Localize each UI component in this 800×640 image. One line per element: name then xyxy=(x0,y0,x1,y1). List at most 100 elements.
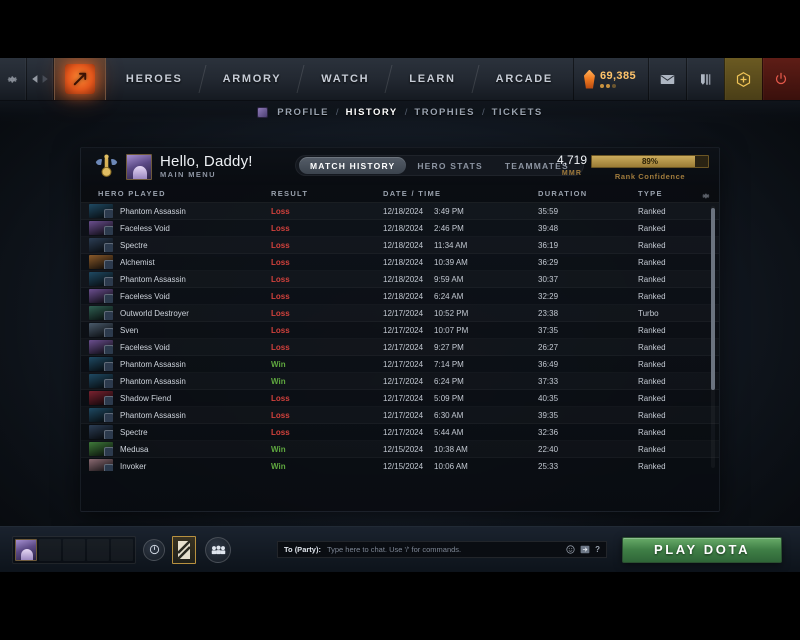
table-row[interactable]: Spectre Loss 12/18/2024 11:34 AM 36:19 Ranked xyxy=(81,237,719,254)
invite-icon[interactable] xyxy=(580,545,590,554)
chat-input-bar[interactable]: To (Party): Type here to chat. Use '/' f… xyxy=(277,541,607,558)
table-row[interactable]: Phantom Assassin Loss 12/18/2024 3:49 PM 35:… xyxy=(81,203,719,220)
table-row[interactable]: Invoker Win 12/15/2024 10:06 AM 25:33 Ranked xyxy=(81,458,719,471)
match-time: 10:38 AM xyxy=(434,444,468,454)
match-date: 12/18/2024 xyxy=(383,291,424,301)
cell-result: Loss xyxy=(271,223,290,233)
chat-input[interactable]: Type here to chat. Use '/' for commands. xyxy=(327,545,560,554)
dota-plus-button[interactable] xyxy=(723,58,762,100)
match-time: 10:52 PM xyxy=(434,308,469,318)
match-date: 12/17/2024 xyxy=(383,410,424,420)
party-slots xyxy=(12,535,136,564)
player-banner-button[interactable] xyxy=(172,535,196,564)
match-list-scrollbar[interactable] xyxy=(711,206,715,468)
dota-home-button[interactable] xyxy=(53,58,106,100)
nav-item-watch[interactable]: WATCH xyxy=(301,58,389,100)
cell-result: Win xyxy=(271,461,286,471)
table-row[interactable]: Medusa Win 12/15/2024 10:38 AM 22:40 Ranked xyxy=(81,441,719,458)
cell-result: Loss xyxy=(271,342,290,352)
table-row[interactable]: Phantom Assassin Loss 12/17/2024 6:30 AM 39:… xyxy=(81,407,719,424)
nav-item-armory[interactable]: ARMORY xyxy=(203,58,302,100)
hero-portrait-icon xyxy=(89,374,113,388)
match-date: 12/17/2024 xyxy=(383,359,424,369)
hero-portrait-icon xyxy=(89,459,113,471)
nav-back-forward-buttons[interactable] xyxy=(27,58,54,100)
hero-name: Alchemist xyxy=(120,257,155,267)
nav-item-heroes[interactable]: HEROES xyxy=(106,58,203,100)
play-dota-label: PLAY DOTA xyxy=(653,542,751,557)
nav-label: ARCADE xyxy=(495,73,553,85)
hero-name: Faceless Void xyxy=(120,223,170,233)
shard-currency[interactable]: 69,385 xyxy=(572,58,648,100)
match-date: 12/17/2024 xyxy=(383,325,424,335)
cell-date-time: 12/17/2024 10:07 PM xyxy=(383,326,538,335)
armory-button[interactable] xyxy=(685,58,724,100)
column-date-time: DATE / TIME xyxy=(383,189,442,198)
top-navigation-bar: HEROES ARMORY WATCH LEARN ARCADE 69,385 xyxy=(0,58,800,101)
party-slot-empty[interactable] xyxy=(111,538,133,561)
match-time: 6:24 PM xyxy=(434,376,464,386)
subnav-item-tickets[interactable]: TICKETS xyxy=(492,107,543,118)
nav-item-learn[interactable]: LEARN xyxy=(389,58,475,100)
cell-duration: 36:49 xyxy=(538,359,559,369)
play-dota-button[interactable]: PLAY DOTA xyxy=(622,536,782,563)
match-time: 5:09 PM xyxy=(434,393,464,403)
table-row[interactable]: Phantom Assassin Loss 12/18/2024 9:59 AM 30:… xyxy=(81,271,719,288)
cell-hero-played: Phantom Assassin xyxy=(81,357,271,371)
table-row[interactable]: Phantom Assassin Win 12/17/2024 7:14 PM 36:4… xyxy=(81,356,719,373)
cell-type: Ranked xyxy=(638,223,666,233)
match-time: 7:14 PM xyxy=(434,359,464,369)
nav-items: HEROES ARMORY WATCH LEARN ARCADE xyxy=(106,58,573,100)
subnav-item-profile[interactable]: PROFILE xyxy=(277,107,329,118)
cell-type: Ranked xyxy=(638,410,666,420)
match-list[interactable]: Phantom Assassin Loss 12/18/2024 3:49 PM 35:… xyxy=(81,203,719,471)
exit-button[interactable] xyxy=(761,58,800,100)
settings-button[interactable] xyxy=(0,58,27,100)
profile-badge-icon xyxy=(257,106,269,118)
tab-hero-stats[interactable]: HERO STATS xyxy=(406,157,494,174)
hero-portrait-icon xyxy=(89,221,113,235)
match-time: 6:30 AM xyxy=(434,410,464,420)
match-date: 12/17/2024 xyxy=(383,376,424,386)
party-slot-empty[interactable] xyxy=(63,538,85,561)
party-slot-empty[interactable] xyxy=(87,538,109,561)
cell-result: Loss xyxy=(271,427,290,437)
rank-confidence-bar: 89% xyxy=(591,155,709,168)
nav-item-arcade[interactable]: ARCADE xyxy=(476,58,573,100)
party-slot-self[interactable] xyxy=(15,538,37,561)
friends-button[interactable] xyxy=(205,536,231,563)
cell-type: Turbo xyxy=(638,308,659,318)
help-icon[interactable]: ? xyxy=(595,545,600,554)
hero-name: Spectre xyxy=(120,240,148,250)
cell-hero-played: Sven xyxy=(81,323,271,337)
table-row[interactable]: Faceless Void Loss 12/18/2024 6:24 AM 32:29 R… xyxy=(81,288,719,305)
cell-result: Win xyxy=(271,444,286,454)
power-icon xyxy=(776,72,787,85)
chat-target-label: To (Party): xyxy=(284,545,321,554)
cell-result: Loss xyxy=(271,257,290,267)
cell-type: Ranked xyxy=(638,342,666,352)
table-row[interactable]: Alchemist Loss 12/18/2024 10:39 AM 36:29 Rank… xyxy=(81,254,719,271)
table-row[interactable]: Sven Loss 12/17/2024 10:07 PM 37:35 Ranked xyxy=(81,322,719,339)
profile-header: Hello, Daddy! MAIN MENU MATCH HISTORY HE… xyxy=(81,148,719,185)
party-slot-empty[interactable] xyxy=(39,538,61,561)
tab-match-history[interactable]: MATCH HISTORY xyxy=(299,157,407,174)
scrollbar-thumb[interactable] xyxy=(711,208,715,390)
mail-button[interactable] xyxy=(647,58,686,100)
table-row[interactable]: Faceless Void Loss 12/18/2024 2:46 PM 39:48 R… xyxy=(81,220,719,237)
cell-type: Ranked xyxy=(638,427,666,437)
table-row[interactable]: Outworld Destroyer Loss 12/17/2024 10:52 PM… xyxy=(81,305,719,322)
table-row[interactable]: Phantom Assassin Win 12/17/2024 6:24 PM 37:3… xyxy=(81,373,719,390)
table-row[interactable]: Spectre Loss 12/17/2024 5:44 AM 32:36 Ranked xyxy=(81,424,719,441)
emoji-icon[interactable] xyxy=(566,545,575,554)
ready-toggle-button[interactable] xyxy=(143,538,165,561)
cell-type: Ranked xyxy=(638,206,666,216)
rank-confidence-percent: 89% xyxy=(641,157,658,166)
subnav-item-history[interactable]: HISTORY xyxy=(346,107,398,118)
cell-result: Loss xyxy=(271,393,290,403)
table-row[interactable]: Faceless Void Loss 12/17/2024 9:27 PM 26:27 R… xyxy=(81,339,719,356)
cell-result: Loss xyxy=(271,240,290,250)
player-avatar[interactable] xyxy=(126,153,152,180)
table-row[interactable]: Shadow Fiend Loss 12/17/2024 5:09 PM 40:35 Ra… xyxy=(81,390,719,407)
subnav-item-trophies[interactable]: TROPHIES xyxy=(414,107,475,118)
